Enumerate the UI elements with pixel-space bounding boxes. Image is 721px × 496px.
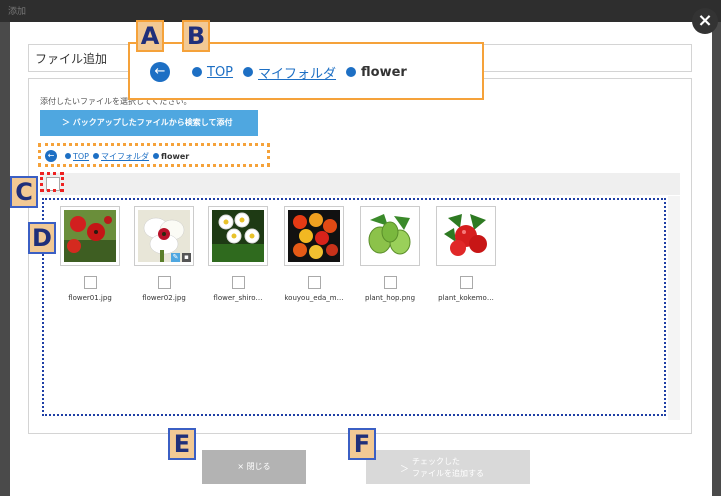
breadcrumb-link-myfolder[interactable]: マイフォルダ: [258, 63, 336, 82]
annotation-label-c: C: [10, 176, 38, 208]
scrollbar[interactable]: [668, 196, 680, 420]
annotation-label-d: D: [28, 222, 56, 254]
breadcrumb-link-myfolder[interactable]: マイフォルダ: [101, 151, 149, 162]
bullet-icon: [93, 153, 100, 159]
bullet-icon: [192, 67, 202, 77]
breadcrumb-enlarged: ← TOP マイフォルダ flower: [150, 62, 407, 82]
annotation-label-a: A: [136, 20, 164, 52]
dialog-title: ファイル追加: [35, 52, 108, 66]
add-button-label-line2: ファイルを追加する: [412, 469, 484, 478]
add-button-label-line1: チェックした: [412, 457, 460, 466]
breadcrumb-current: flower: [361, 64, 407, 80]
back-arrow-icon[interactable]: ←: [150, 62, 170, 82]
chevron-right-icon: ＞: [400, 465, 410, 475]
back-arrow-icon[interactable]: ←: [45, 150, 57, 162]
breadcrumb-highlight: ← TOP マイフォルダ flower: [38, 143, 270, 167]
annotation-label-e: E: [168, 428, 196, 460]
bullet-icon: [65, 153, 71, 159]
bullet-icon: [346, 67, 357, 77]
annotation-label-f: F: [348, 428, 376, 460]
select-all-highlight: [40, 172, 64, 192]
background-title: 添加: [8, 7, 27, 17]
bullet-icon: [153, 153, 160, 159]
background-title-bar: 添加: [0, 0, 721, 22]
close-icon[interactable]: ×: [692, 8, 718, 34]
close-button[interactable]: × 閉じる: [202, 450, 306, 484]
breadcrumb: ← TOP マイフォルダ flower: [45, 150, 189, 162]
bullet-icon: [243, 67, 254, 77]
annotation-label-b: B: [182, 20, 210, 52]
breadcrumb-link-top[interactable]: TOP: [207, 65, 233, 80]
breadcrumb-link-top[interactable]: TOP: [73, 152, 89, 161]
search-backup-button[interactable]: ＞ バックアップしたファイルから検索して添付: [40, 110, 258, 136]
file-grid-highlight: [42, 198, 666, 416]
breadcrumb-current: flower: [161, 151, 190, 161]
select-all-bar: [40, 173, 680, 195]
add-checked-files-button[interactable]: ＞ チェックした ファイルを追加する: [366, 450, 530, 484]
